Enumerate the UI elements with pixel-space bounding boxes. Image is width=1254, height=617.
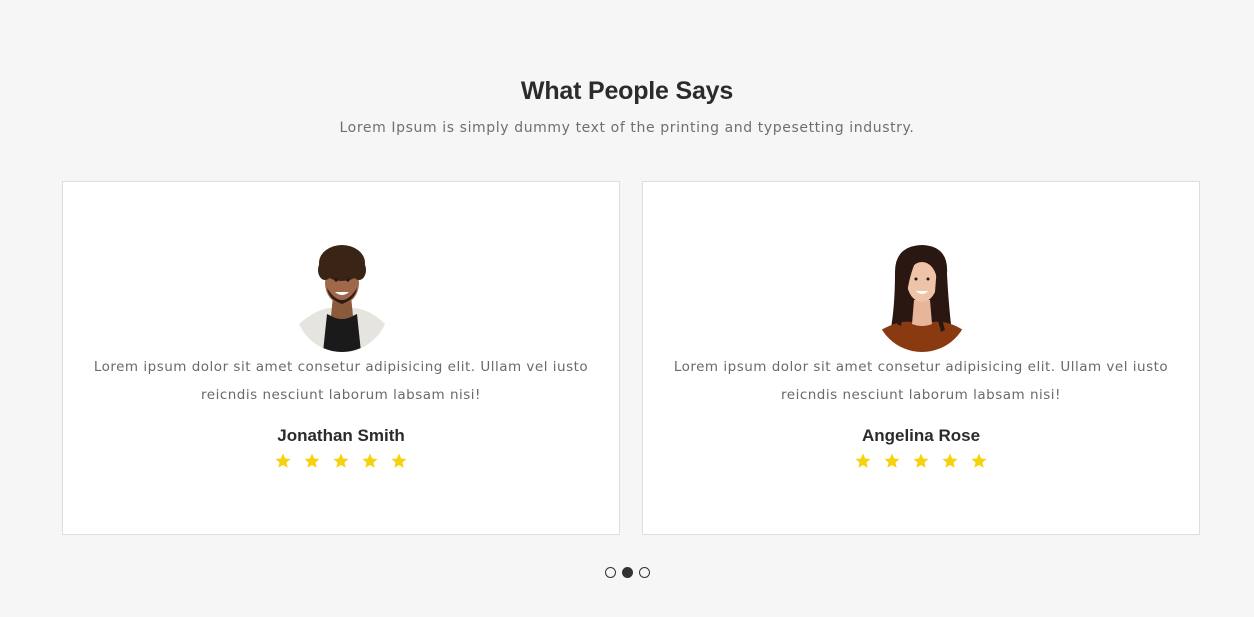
carousel-dot-1[interactable] — [605, 567, 616, 578]
star-icon — [333, 453, 349, 468]
carousel-dot-2[interactable] — [622, 567, 633, 578]
star-icon — [304, 453, 320, 468]
star-icon — [971, 453, 987, 468]
section-subtitle: Lorem Ipsum is simply dummy text of the … — [339, 120, 915, 136]
testimonial-quote: Lorem ipsum dolor sit amet consetur adip… — [673, 359, 1169, 403]
section-title: What People Says — [520, 77, 734, 105]
star-icon — [362, 453, 378, 468]
testimonial-name: Jonathan Smith — [277, 426, 405, 445]
star-icon — [913, 453, 929, 468]
star-rating — [63, 452, 619, 470]
avatar — [295, 242, 389, 352]
star-icon — [855, 453, 871, 468]
man-portrait-image — [295, 242, 389, 352]
testimonial-card: Lorem ipsum dolor sit amet consetur adip… — [642, 181, 1200, 535]
testimonial-card: Lorem ipsum dolor sit amet consetur adip… — [62, 181, 620, 535]
star-icon — [391, 453, 407, 468]
carousel-pagination — [605, 567, 650, 578]
testimonials-section: What People Says Lorem Ipsum is simply d… — [0, 0, 1254, 617]
star-icon — [275, 453, 291, 468]
testimonial-quote: Lorem ipsum dolor sit amet consetur adip… — [93, 359, 589, 403]
woman-portrait-image — [875, 242, 969, 352]
star-icon — [942, 453, 958, 468]
avatar — [875, 242, 969, 352]
star-rating — [643, 452, 1199, 470]
carousel-dot-3[interactable] — [639, 567, 650, 578]
testimonial-name: Angelina Rose — [861, 426, 981, 445]
star-icon — [884, 453, 900, 468]
